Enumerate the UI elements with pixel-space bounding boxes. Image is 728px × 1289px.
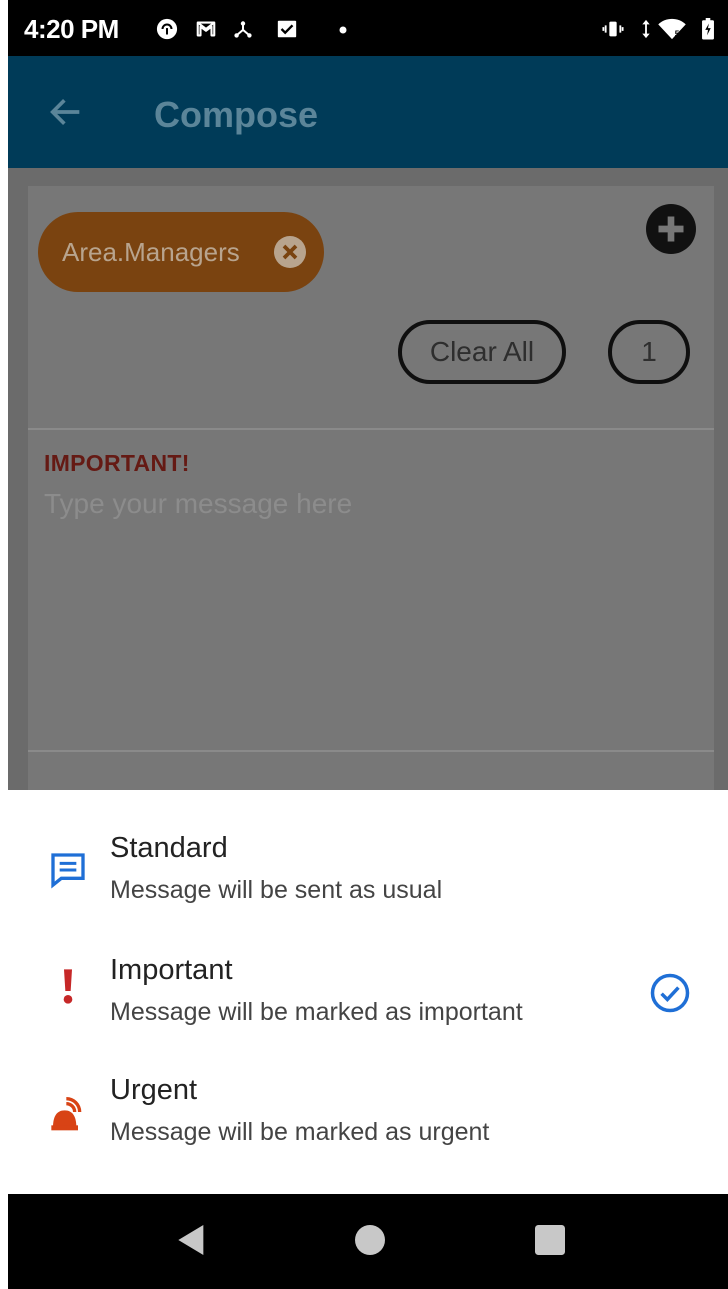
status-bar: 4:20 PM 5: [8, 0, 728, 56]
exclamation-icon: [63, 969, 73, 1004]
vibrate-icon: [602, 21, 624, 37]
recipient-chip[interactable]: Area.Managers: [38, 212, 324, 292]
compose-content-scrim: Area.Managers Clear All 1 IMPORTANT!: [8, 168, 728, 790]
battery-icon: [702, 18, 714, 40]
option-subtitle: Message will be sent as usual: [110, 876, 443, 904]
message-input[interactable]: [44, 488, 694, 520]
option-title: Standard: [110, 832, 228, 864]
screen: 4:20 PM 5 Compose Area.Managers Clear Al…: [8, 0, 728, 1289]
dot-icon: [339, 26, 347, 34]
wifi-icon: 5: [658, 18, 686, 40]
option-subtitle: Message will be marked as urgent: [110, 1118, 490, 1146]
pocket-casts-icon: [156, 18, 178, 40]
chip-close-icon[interactable]: [274, 236, 306, 268]
check-circle-icon: [650, 973, 690, 1013]
navigation-bar: [8, 1194, 728, 1289]
tasks-icon: [277, 20, 297, 38]
arrow-back-icon[interactable]: [46, 92, 86, 132]
priority-bottom-sheet: Standard Message will be sent as usual I…: [8, 790, 728, 1194]
recents-square-icon[interactable]: [530, 1220, 570, 1260]
alarm-icon: [51, 1097, 82, 1131]
clear-all-button[interactable]: Clear All: [398, 320, 566, 384]
priority-option-urgent[interactable]: Urgent Message will be marked as urgent: [8, 1062, 728, 1180]
recipient-count-badge: 1: [608, 320, 690, 384]
recipient-chip-label: Area.Managers: [62, 237, 240, 267]
network-icon: [234, 21, 252, 38]
compose-card: Area.Managers Clear All 1 IMPORTANT!: [28, 186, 714, 790]
data-arrows-icon: [642, 19, 650, 39]
home-circle-icon[interactable]: [350, 1220, 390, 1260]
option-subtitle: Message will be marked as important: [110, 998, 523, 1026]
message-icon: [51, 853, 85, 889]
divider: [28, 428, 714, 430]
divider: [28, 750, 714, 752]
svg-text:5: 5: [675, 29, 680, 38]
add-recipient-icon[interactable]: [646, 204, 696, 254]
option-title: Important: [110, 954, 233, 986]
priority-option-standard[interactable]: Standard Message will be sent as usual: [8, 820, 728, 938]
priority-label: IMPORTANT!: [44, 450, 190, 476]
gmail-icon: [196, 21, 216, 37]
app-bar: Compose: [8, 56, 728, 168]
page-title: Compose: [154, 94, 319, 135]
option-title: Urgent: [110, 1074, 198, 1106]
priority-option-important[interactable]: Important Message will be marked as impo…: [8, 942, 728, 1060]
status-time: 4:20 PM: [24, 14, 119, 44]
back-triangle-icon[interactable]: [170, 1220, 210, 1260]
